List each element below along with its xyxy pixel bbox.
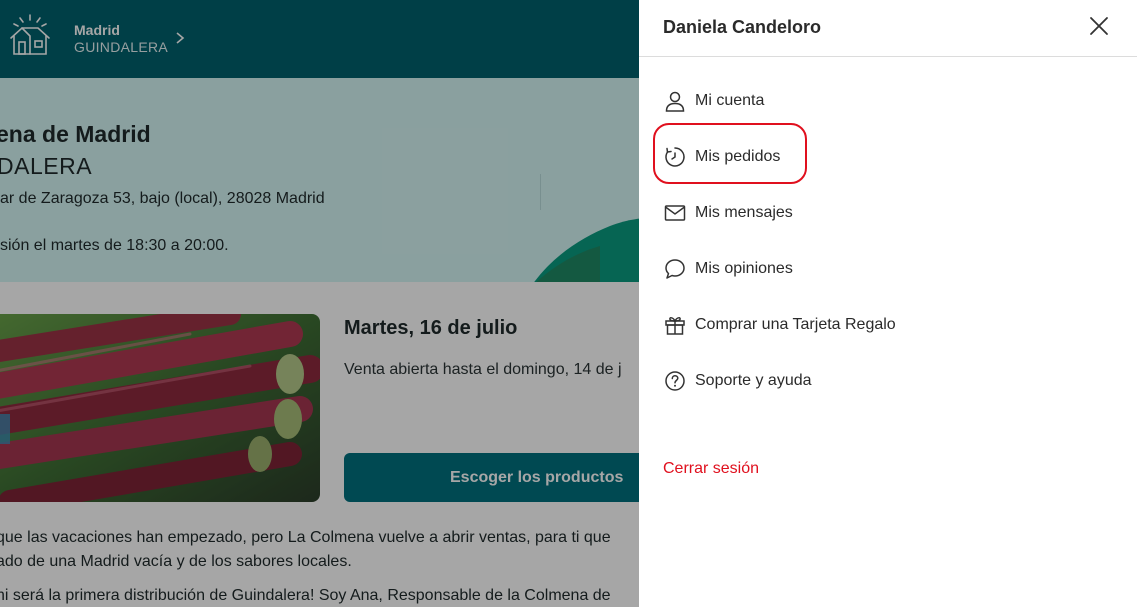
mail-icon <box>663 201 687 225</box>
menu-item-my-messages[interactable]: Mis mensajes <box>663 197 793 229</box>
user-name: Daniela Candeloro <box>663 17 822 37</box>
menu-item-label: Mis opiniones <box>695 260 793 277</box>
menu-item-label: Comprar una Tarjeta Regalo <box>695 316 896 333</box>
menu-item-support-help[interactable]: Soporte y ayuda <box>663 365 812 397</box>
gift-icon <box>663 313 687 337</box>
menu-item-label: Soporte y ayuda <box>695 372 812 389</box>
menu-item-label: Mi cuenta <box>695 92 765 109</box>
close-icon[interactable] <box>1087 14 1111 38</box>
comment-icon <box>663 257 687 281</box>
menu-item-label: Mis mensajes <box>695 204 793 221</box>
menu-item-my-reviews[interactable]: Mis opiniones <box>663 253 793 285</box>
background-page: Madrid GUINDALERA ena de Madrid DALERA a… <box>0 0 639 607</box>
account-side-panel: Daniela Candeloro Mi cuenta Mis pedidos … <box>639 0 1137 607</box>
logout-link[interactable]: Cerrar sesión <box>663 460 759 478</box>
user-icon <box>663 89 687 113</box>
highlight-annotation <box>653 123 807 184</box>
menu-item-my-account[interactable]: Mi cuenta <box>663 85 764 117</box>
modal-backdrop[interactable] <box>0 0 639 607</box>
menu-item-buy-gift-card[interactable]: Comprar una Tarjeta Regalo <box>663 309 896 341</box>
help-icon <box>663 369 687 393</box>
panel-header: Daniela Candeloro <box>639 0 1137 57</box>
